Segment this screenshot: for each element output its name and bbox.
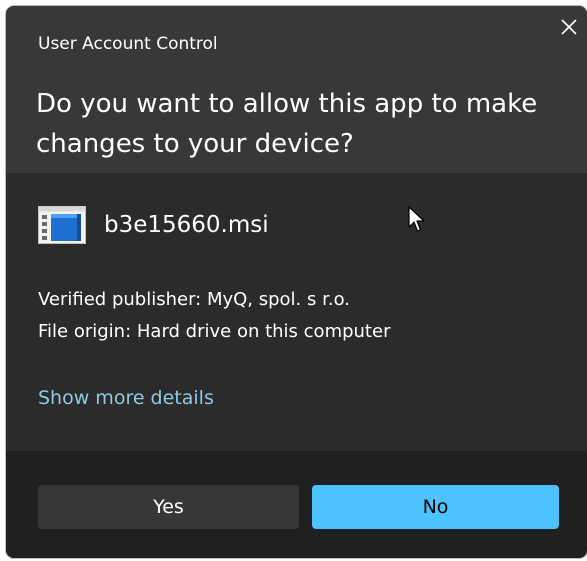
file-origin: File origin: Hard drive on this computer: [38, 321, 391, 342]
dialog-footer: Yes No: [6, 451, 587, 558]
yes-button[interactable]: Yes: [38, 485, 299, 529]
dialog-header: User Account Control Do you want to allo…: [6, 6, 587, 173]
dialog-body: b3e15660.msi Verified publisher: MyQ, sp…: [6, 173, 587, 451]
mouse-pointer-icon: [408, 206, 425, 232]
uac-dialog: User Account Control Do you want to allo…: [6, 6, 587, 558]
close-button[interactable]: [552, 10, 586, 44]
no-button[interactable]: No: [312, 485, 559, 529]
show-more-details-link[interactable]: Show more details: [38, 387, 214, 409]
verified-publisher: Verified publisher: MyQ, spol. s r.o.: [38, 289, 350, 310]
file-row: b3e15660.msi: [38, 205, 269, 245]
dialog-title: User Account Control: [38, 34, 218, 54]
file-name: b3e15660.msi: [104, 212, 269, 238]
installer-file-icon: [38, 206, 86, 244]
close-icon: [561, 19, 577, 35]
prompt-question: Do you want to allow this app to make ch…: [36, 89, 538, 159]
